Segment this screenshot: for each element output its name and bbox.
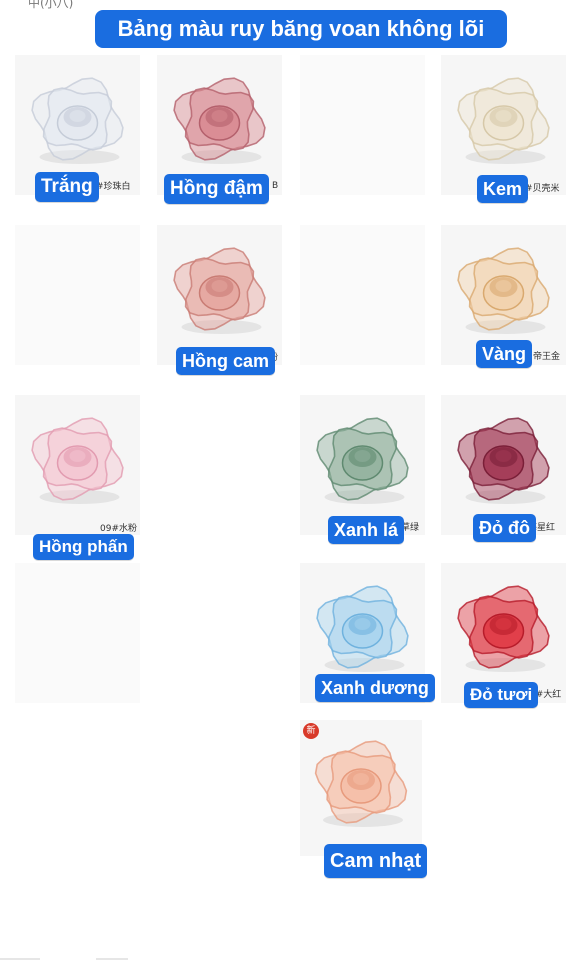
color-label-kem: Kem xyxy=(477,175,529,203)
ribbon-roll-image xyxy=(314,740,408,827)
product-card-hong-phan[interactable]: 09#水粉 xyxy=(15,395,140,535)
color-label-cam-nhat: Cam nhạt xyxy=(324,844,428,878)
new-badge-icon: 新 xyxy=(303,723,319,739)
ribbon-roll-image xyxy=(31,417,124,504)
color-label-hong-phan: Hồng phấn xyxy=(33,534,134,560)
ribbon-roll-image xyxy=(316,417,409,504)
product-card-blank xyxy=(300,55,425,195)
product-code: 09#水粉 xyxy=(100,524,137,534)
color-label-do-do: Đỏ đô xyxy=(473,514,536,542)
top-text-fragment: 中(小八) xyxy=(28,0,74,10)
ribbon-roll-image xyxy=(173,247,266,334)
product-code: #珍珠白 xyxy=(96,182,131,192)
product-code: #贝壳米 xyxy=(525,184,560,194)
product-code: 帝王金 xyxy=(533,352,561,362)
product-card-blank xyxy=(300,225,425,365)
color-label-trang: Trắng xyxy=(35,172,99,202)
color-label-vang: Vàng xyxy=(476,340,533,368)
color-label-hong-cam: Hồng cam xyxy=(176,347,276,375)
color-label-hong-dam: Hồng đậm xyxy=(164,174,269,204)
ribbon-roll-image xyxy=(457,77,550,164)
product-code: B xyxy=(272,181,279,191)
product-card-xanh-la[interactable]: 草绿 xyxy=(300,395,425,535)
color-label-do-tuoi: Đỏ tươi xyxy=(464,682,539,708)
product-card-cam-nhat[interactable]: 新 xyxy=(300,720,422,856)
color-label-xanh-la: Xanh lá xyxy=(328,516,405,544)
product-card-blank xyxy=(15,225,140,365)
page-title: Bảng màu ruy băng voan không lõi xyxy=(95,10,507,48)
color-label-xanh-duong: Xanh dương xyxy=(315,674,435,702)
product-card-blank xyxy=(15,563,140,703)
product-card-hong-cam[interactable]: 粉 xyxy=(157,225,282,365)
product-card-kem[interactable]: #贝壳米 xyxy=(441,55,566,195)
